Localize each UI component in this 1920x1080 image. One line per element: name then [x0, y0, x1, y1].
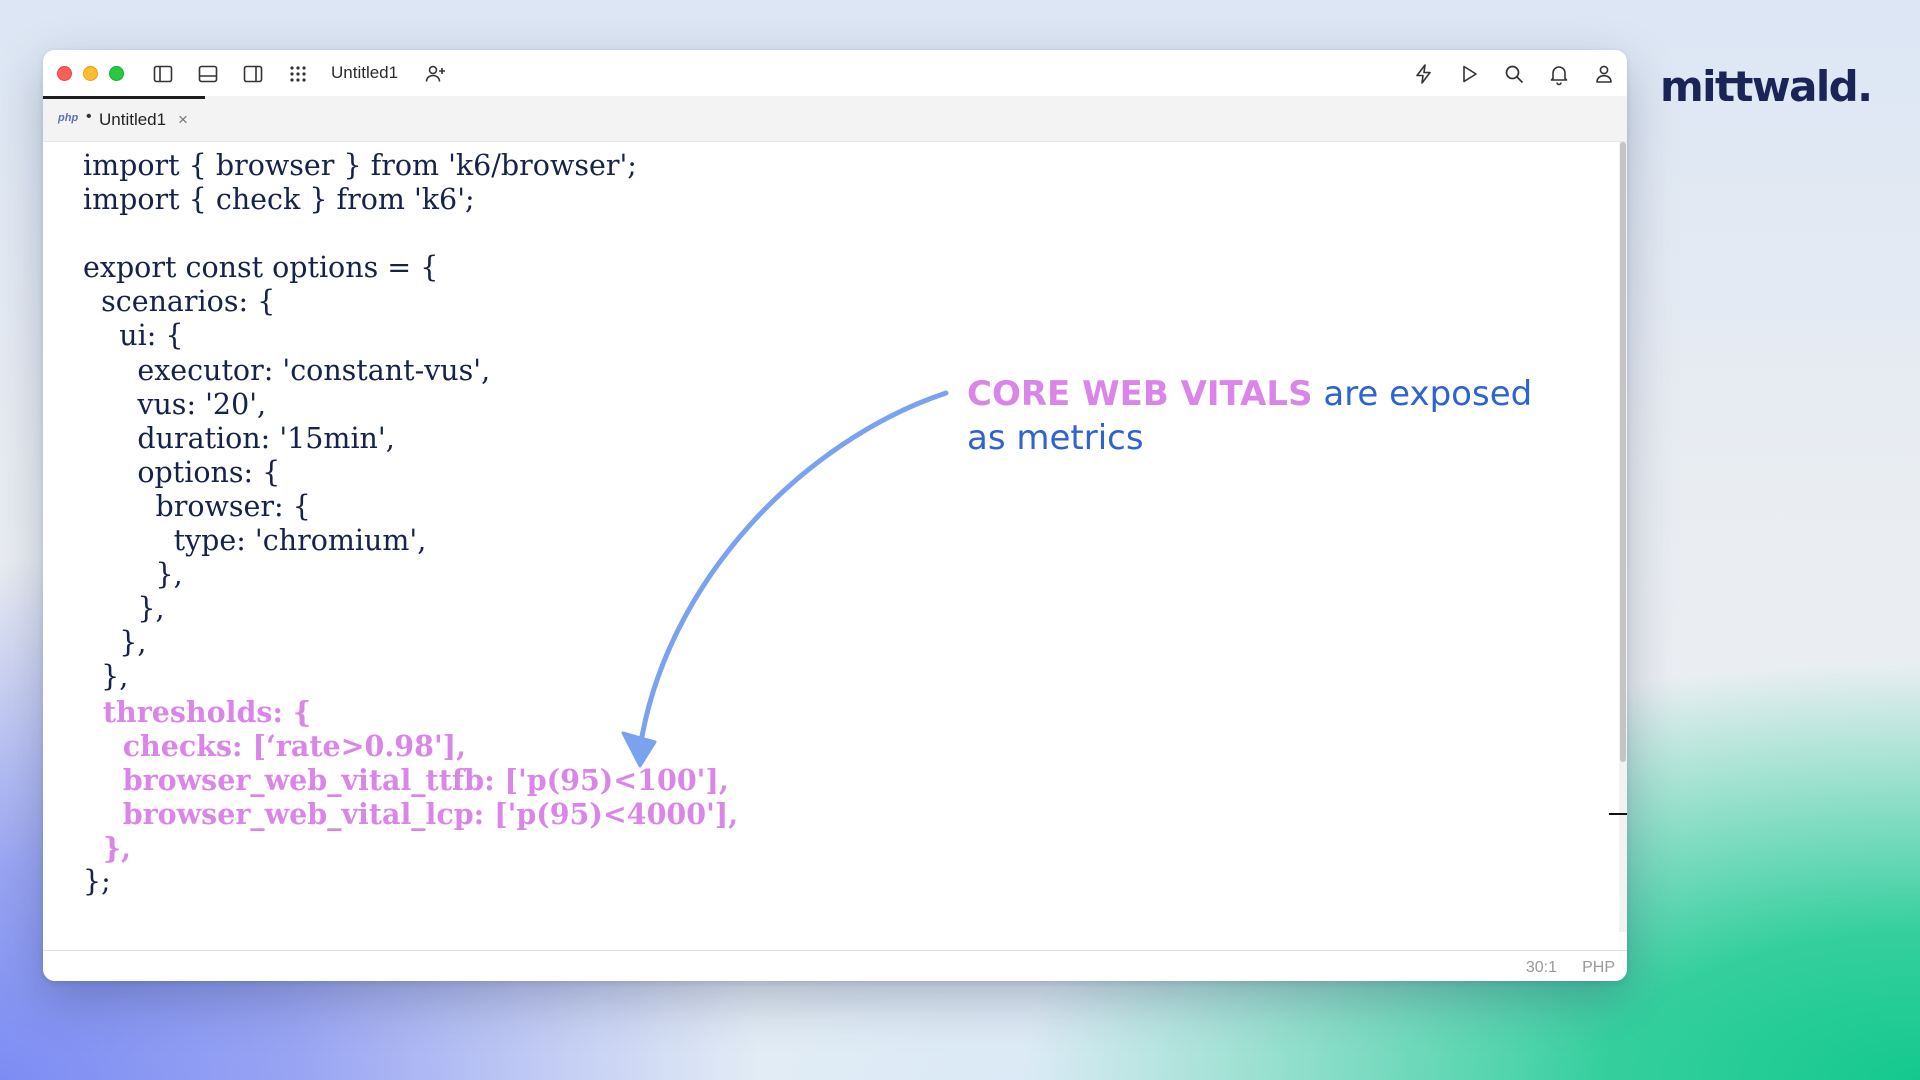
- tab-bar: php • Untitled1 ×: [43, 96, 1627, 142]
- zoom-window-button[interactable]: [109, 66, 124, 81]
- code-line[interactable]: [83, 217, 738, 251]
- code-line[interactable]: duration: '15min',: [83, 422, 738, 456]
- code-content[interactable]: import { browser } from 'k6/browser'; imp…: [83, 149, 738, 899]
- close-tab-icon[interactable]: ×: [178, 110, 188, 130]
- bell-icon[interactable]: [1547, 62, 1571, 86]
- window-title: Untitled1: [331, 63, 399, 82]
- cursor-position[interactable]: 30:1: [1526, 959, 1557, 977]
- apps-grid-icon[interactable]: [286, 62, 310, 86]
- code-line[interactable]: },: [83, 626, 738, 660]
- search-icon[interactable]: [1502, 62, 1526, 86]
- language-mode[interactable]: PHP: [1582, 959, 1615, 977]
- add-user-icon[interactable]: [423, 62, 447, 86]
- play-icon[interactable]: [1457, 62, 1481, 86]
- code-line[interactable]: },: [83, 831, 738, 865]
- code-line[interactable]: scenarios: {: [83, 285, 738, 319]
- code-line[interactable]: import { check } from 'k6';: [83, 183, 738, 217]
- annotation-text-line1: are exposed: [1312, 374, 1533, 414]
- tab-label: Untitled1: [99, 110, 167, 129]
- lightning-icon[interactable]: [1412, 62, 1436, 86]
- annotation-highlight: CORE WEB VITALS: [967, 374, 1313, 414]
- code-line[interactable]: thresholds: {: [83, 695, 738, 729]
- annotation-text-line2: as metrics: [967, 418, 1144, 458]
- code-line[interactable]: },: [83, 558, 738, 592]
- user-icon[interactable]: [1592, 62, 1616, 86]
- code-line[interactable]: },: [83, 660, 738, 694]
- code-line[interactable]: ui: {: [83, 319, 738, 353]
- tab-untitled1[interactable]: php • Untitled1 ×: [43, 96, 205, 141]
- code-line[interactable]: browser: {: [83, 490, 738, 524]
- code-line[interactable]: browser_web_vital_ttfb: ['p(95)<100'],: [83, 763, 738, 797]
- editor-window: Untitled1 php • Untitled1 × import {bro…: [43, 50, 1627, 981]
- status-bar: 30:1 PHP: [43, 950, 1627, 981]
- code-line[interactable]: checks: [‘rate>0.98'],: [83, 729, 738, 763]
- code-line[interactable]: vus: '20',: [83, 388, 738, 422]
- php-language-icon: php: [58, 112, 79, 124]
- annotation-callout: CORE WEB VITALS are exposed as metrics: [967, 372, 1587, 460]
- panel-bottom-icon[interactable]: [196, 62, 220, 86]
- sidebar-right-icon[interactable]: [241, 62, 265, 86]
- mittwald-logo: mittwald.: [1660, 62, 1873, 111]
- code-line[interactable]: export const options = {: [83, 251, 738, 285]
- code-line[interactable]: browser_web_vital_lcp: ['p(95)<4000'],: [83, 797, 739, 831]
- code-line[interactable]: type: 'chromium',: [83, 524, 738, 558]
- code-line[interactable]: import { browser } from 'k6/browser';: [83, 149, 738, 183]
- unsaved-indicator: •: [86, 108, 92, 125]
- code-editor[interactable]: import { browser } from 'k6/browser'; imp…: [43, 142, 1618, 932]
- code-line[interactable]: };: [83, 865, 738, 899]
- text-cursor-marker: [1609, 813, 1627, 815]
- sidebar-left-icon[interactable]: [151, 62, 175, 86]
- code-line[interactable]: options: {: [83, 456, 738, 490]
- code-line[interactable]: executor: 'constant-vus',: [83, 354, 738, 388]
- close-window-button[interactable]: [57, 66, 72, 81]
- minimize-window-button[interactable]: [83, 66, 98, 81]
- title-bar: Untitled1: [43, 50, 1627, 97]
- code-line[interactable]: },: [83, 592, 738, 626]
- scrollbar-thumb[interactable]: [1620, 142, 1626, 762]
